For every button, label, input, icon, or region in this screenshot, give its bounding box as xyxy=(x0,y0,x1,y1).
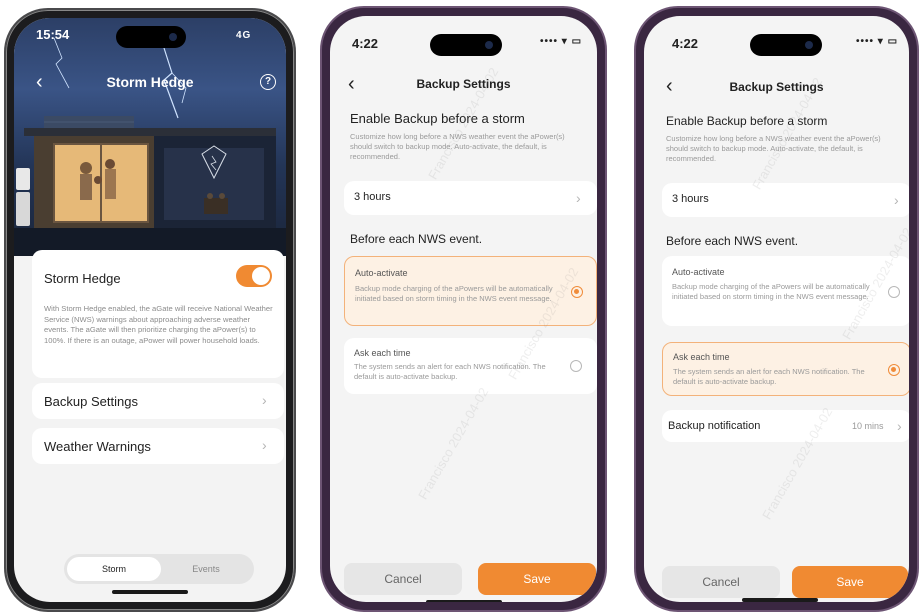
home-indicator xyxy=(112,590,188,594)
status-time: 4:22 xyxy=(672,36,699,51)
phone-backup-settings-ask: 4:22 •••• ▾ ▭ ‹ Backup Settings Enable B… xyxy=(634,6,919,612)
auto-activate-desc: Backup mode charging of the aPowers will… xyxy=(355,284,553,303)
ask-each-time-desc: The system sends an alert for each NWS n… xyxy=(354,362,546,381)
dynamic-island xyxy=(430,34,502,56)
storm-hedge-toggle[interactable] xyxy=(236,265,272,287)
weather-warnings-label: Weather Warnings xyxy=(44,439,151,454)
dynamic-island xyxy=(750,34,822,56)
storm-house-illustration xyxy=(14,37,286,256)
ask-each-time-radio[interactable] xyxy=(570,360,582,372)
auto-activate-desc: Backup mode charging of the aPowers will… xyxy=(672,282,870,301)
auto-activate-radio[interactable] xyxy=(571,286,583,298)
auto-activate-radio[interactable] xyxy=(888,286,900,298)
save-button[interactable]: Save xyxy=(792,566,908,598)
duration-value: 3 hours xyxy=(672,193,709,205)
home-indicator xyxy=(742,598,818,602)
auto-activate-title: Auto-activate xyxy=(355,268,408,278)
backup-notification-value: 10 mins xyxy=(852,421,884,431)
screen-storm-hedge: 15:54 4G ‹ Storm Hedge ? Storm Hedge Wit… xyxy=(14,18,286,602)
ask-each-time-title: Ask each time xyxy=(354,348,411,358)
screen-backup-settings-auto: 4:22 •••• ▾ ▭ ‹ Backup Settings Enable B… xyxy=(330,16,597,602)
bottom-segmented-control: Storm Events xyxy=(64,554,254,584)
ask-each-time-radio[interactable] xyxy=(888,364,900,376)
backup-notification-row[interactable]: Backup notification 10 mins › xyxy=(662,410,909,442)
storm-hedge-card: Storm Hedge With Storm Hedge enabled, th… xyxy=(32,250,284,378)
section-before-event-title: Before each NWS event. xyxy=(666,234,799,248)
cancel-button[interactable]: Cancel xyxy=(344,563,462,595)
page-title: Storm Hedge xyxy=(106,74,194,90)
duration-selector[interactable]: 3 hours › xyxy=(344,181,597,215)
phone-storm-hedge: 15:54 4G ‹ Storm Hedge ? Storm Hedge Wit… xyxy=(4,8,296,612)
ask-each-time-desc: The system sends an alert for each NWS n… xyxy=(673,367,865,386)
page-title: Backup Settings xyxy=(416,77,511,91)
status-time: 4:22 xyxy=(352,36,379,51)
ask-each-time-title: Ask each time xyxy=(673,352,730,362)
row-backup-settings[interactable]: Backup Settings › xyxy=(32,383,284,419)
tab-storm[interactable]: Storm xyxy=(67,557,161,581)
row-weather-warnings[interactable]: Weather Warnings › xyxy=(32,428,284,464)
tab-events[interactable]: Events xyxy=(161,557,251,581)
home-indicator xyxy=(426,600,502,602)
status-signal-battery: •••• ▾ ▭ xyxy=(540,36,583,47)
watermark: Francisco 2024-04-02 xyxy=(415,384,492,503)
dynamic-island xyxy=(116,26,186,48)
chevron-right-icon: › xyxy=(894,192,899,208)
help-icon[interactable]: ? xyxy=(260,74,276,90)
status-signal-battery: •••• ▾ ▭ xyxy=(856,36,899,47)
duration-selector[interactable]: 3 hours › xyxy=(662,183,909,217)
option-ask-each-time[interactable]: Ask each time The system sends an alert … xyxy=(662,342,909,396)
house-hero-image xyxy=(14,18,286,256)
storm-hedge-label: Storm Hedge xyxy=(44,271,121,286)
chevron-right-icon: › xyxy=(897,418,902,434)
backup-settings-label: Backup Settings xyxy=(44,394,138,409)
section-enable-backup-desc: Customize how long before a NWS weather … xyxy=(350,132,565,161)
chevron-right-icon: › xyxy=(262,437,267,453)
duration-value: 3 hours xyxy=(354,191,391,203)
phone-backup-settings-auto: 4:22 •••• ▾ ▭ ‹ Backup Settings Enable B… xyxy=(320,6,607,612)
screen-backup-settings-ask: 4:22 •••• ▾ ▭ ‹ Backup Settings Enable B… xyxy=(644,16,909,602)
status-time: 15:54 xyxy=(36,27,70,42)
auto-activate-title: Auto-activate xyxy=(672,267,725,277)
option-ask-each-time[interactable]: Ask each time The system sends an alert … xyxy=(344,338,597,394)
save-button[interactable]: Save xyxy=(478,563,596,595)
status-network: 4G xyxy=(236,30,252,41)
backup-notification-label: Backup notification xyxy=(668,420,761,432)
page-title: Backup Settings xyxy=(729,80,824,94)
chevron-right-icon: › xyxy=(576,190,581,206)
chevron-right-icon: › xyxy=(262,392,267,408)
storm-hedge-description: With Storm Hedge enabled, the aGate will… xyxy=(44,304,273,345)
section-enable-backup-title: Enable Backup before a storm xyxy=(350,111,525,126)
section-before-event-title: Before each NWS event. xyxy=(350,232,483,246)
cancel-button[interactable]: Cancel xyxy=(662,566,780,598)
